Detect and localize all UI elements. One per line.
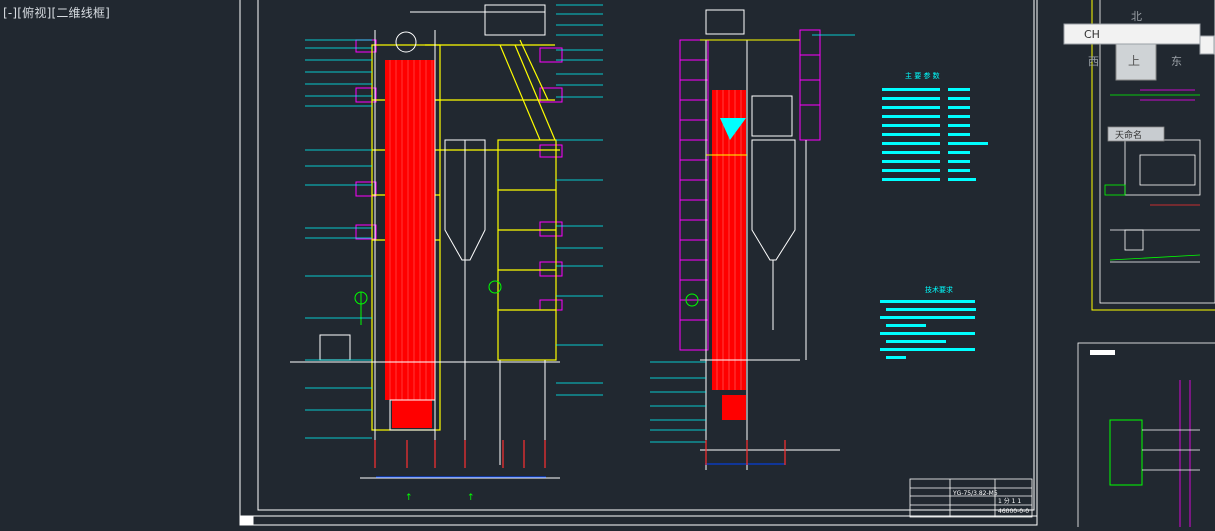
wcs-label: 天命名 — [1115, 129, 1142, 141]
viewport-label[interactable]: [-][俯视][二维线框] — [3, 4, 110, 21]
parameter-table: 主 要 参 数 — [882, 71, 988, 181]
ime-language-indicator[interactable]: CH — [1084, 28, 1100, 41]
title-block-sheet: 1 分 1 1 — [998, 497, 1021, 505]
cad-drawing-canvas[interactable]: ↑ ↑ 主 要 参 数 技术要求 YG-75/3.82-M5 1 分 1 1 4… — [0, 0, 1215, 531]
viewcube-west-label[interactable]: 西 — [1088, 55, 1099, 68]
svg-text:↑: ↑ — [405, 493, 413, 503]
svg-text:↑: ↑ — [467, 493, 475, 503]
viewcube-top-label[interactable]: 上 — [1128, 54, 1140, 68]
title-block-number: 46000-0-0 — [998, 508, 1029, 515]
drawing-viewport[interactable]: ↑ ↑ 主 要 参 数 技术要求 YG-75/3.82-M5 1 分 1 1 4… — [0, 0, 1215, 531]
section-b-title: 技术要求 — [925, 285, 953, 294]
viewcube-north-label[interactable]: 北 — [1131, 10, 1142, 23]
title-block-code: YG-75/3.82-M5 — [952, 490, 998, 497]
section-a-title: 主 要 参 数 — [905, 71, 940, 80]
boiler-elevation-right — [650, 9, 855, 470]
technical-notes: 技术要求 — [880, 285, 976, 359]
viewcube-east-label[interactable]: 东 — [1171, 55, 1182, 68]
boiler-elevation-left: ↑ ↑ — [290, 4, 603, 503]
adjacent-sheet-bottom — [1077, 342, 1215, 531]
